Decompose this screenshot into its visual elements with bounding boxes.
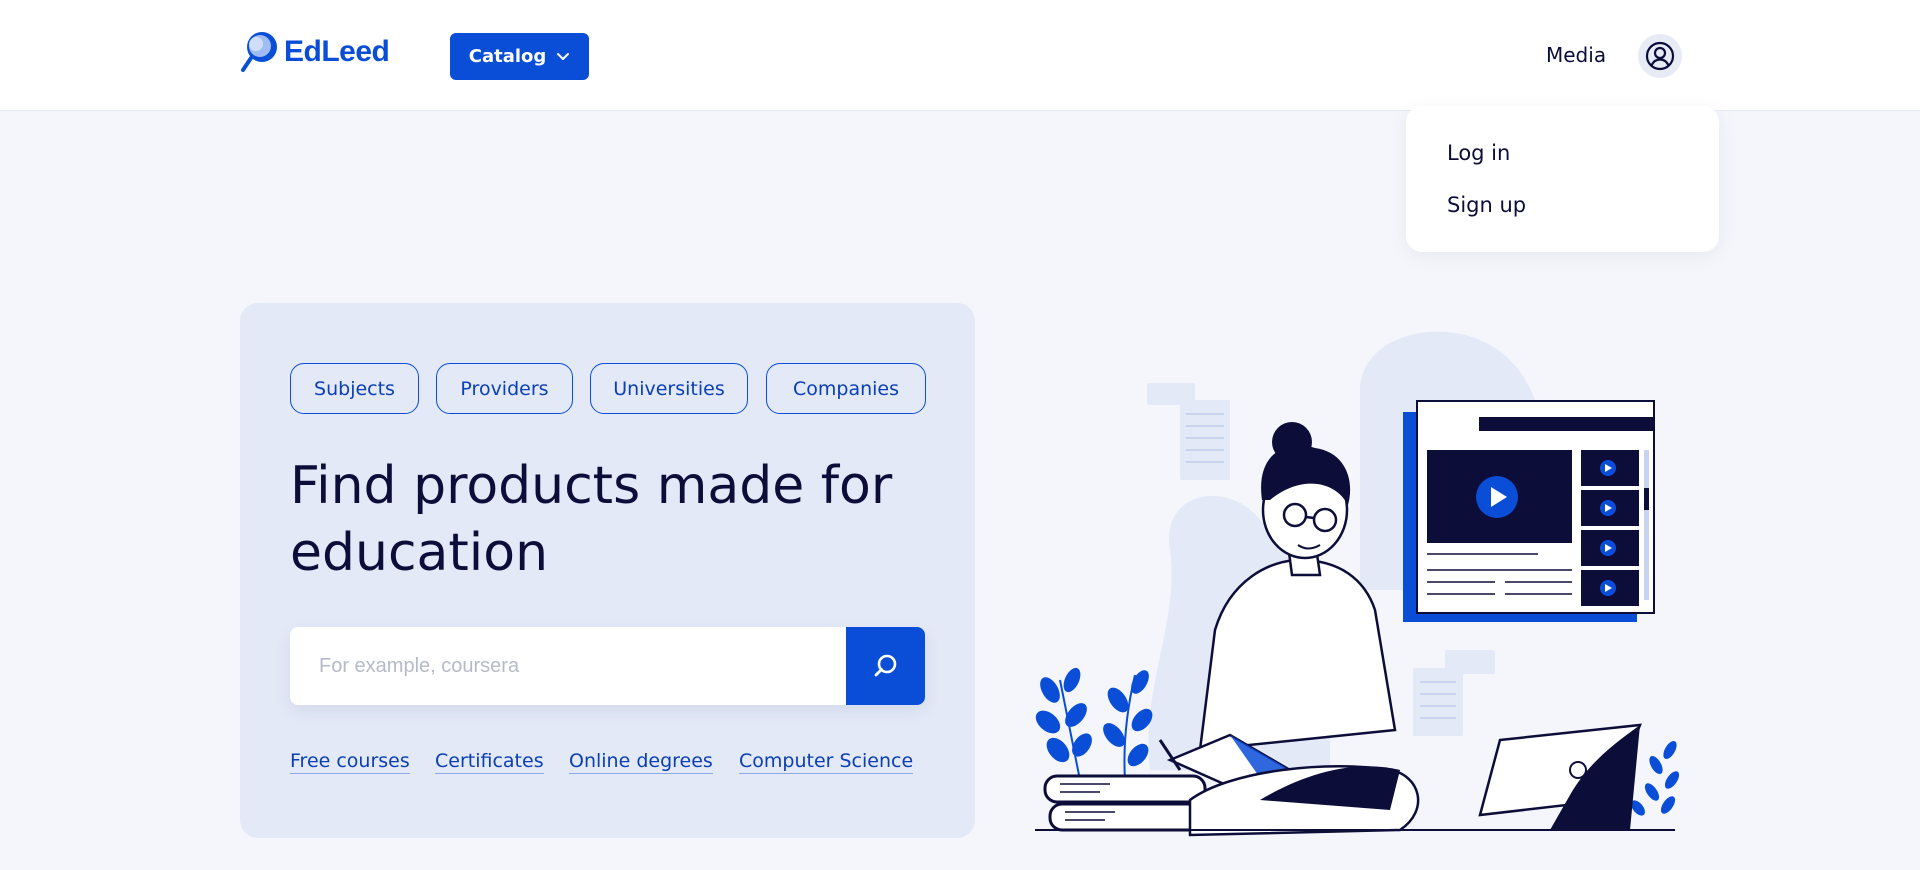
login-menu-item[interactable]: Log in bbox=[1447, 141, 1510, 165]
hero-card: Subjects Providers Universities Companie… bbox=[240, 303, 975, 838]
search-bar bbox=[290, 627, 925, 705]
chip-companies[interactable]: Companies bbox=[766, 363, 926, 414]
quick-link-computer-science[interactable]: Computer Science bbox=[739, 750, 914, 774]
search-icon bbox=[874, 654, 896, 677]
hero-title: Find products made for education bbox=[290, 456, 893, 583]
chip-subjects[interactable]: Subjects bbox=[290, 363, 419, 414]
media-link[interactable]: Media bbox=[1546, 43, 1606, 67]
site-header: EdLeed Catalog Media bbox=[0, 0, 1920, 111]
search-button[interactable] bbox=[846, 627, 925, 705]
student-studying-illustration bbox=[1035, 331, 1680, 837]
quick-link-certificates[interactable]: Certificates bbox=[435, 750, 544, 774]
chip-providers[interactable]: Providers bbox=[436, 363, 573, 414]
chip-universities[interactable]: Universities bbox=[590, 363, 748, 414]
chevron-down-icon bbox=[557, 52, 570, 60]
user-circle-icon bbox=[1645, 41, 1675, 71]
quick-link-online-degrees[interactable]: Online degrees bbox=[569, 750, 713, 774]
search-input[interactable] bbox=[290, 627, 846, 705]
catalog-label: Catalog bbox=[468, 46, 547, 67]
user-dropdown-menu: Log in Sign up bbox=[1406, 106, 1719, 252]
quick-link-free-courses[interactable]: Free courses bbox=[290, 750, 410, 774]
user-menu-button[interactable] bbox=[1638, 34, 1682, 78]
logo-text: EdLeed bbox=[284, 35, 390, 68]
signup-menu-item[interactable]: Sign up bbox=[1447, 193, 1526, 217]
magnifier-logo-icon bbox=[241, 32, 277, 72]
logo[interactable]: EdLeed bbox=[240, 30, 390, 74]
catalog-button[interactable]: Catalog bbox=[450, 33, 589, 80]
